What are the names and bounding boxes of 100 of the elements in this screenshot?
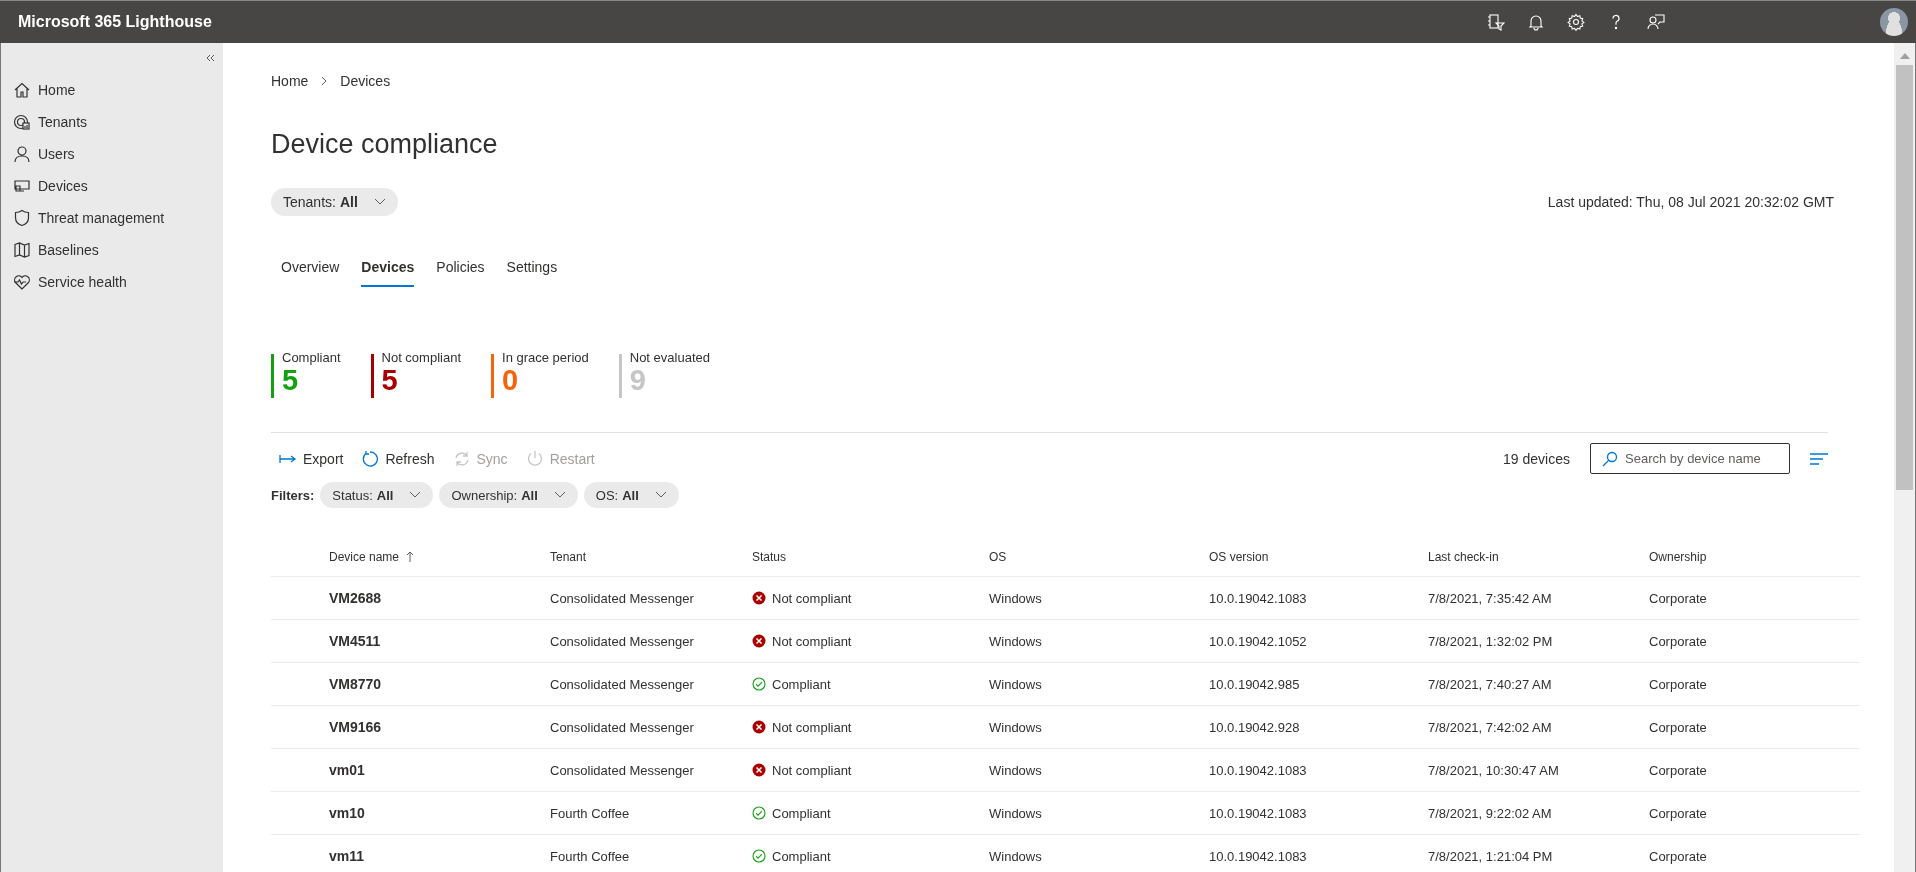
column-header: Tenant <box>550 550 588 564</box>
device-count: 19 devices <box>1503 450 1570 467</box>
page-title: Device compliance <box>271 129 499 160</box>
column-header: Last check-in <box>1428 550 1500 564</box>
table-cell-text: 10.0.19042.985 <box>1209 676 1301 692</box>
table-cell-text: 7/8/2021, 1:21:04 PM <box>1428 848 1554 864</box>
table-cell-text: Corporate <box>1649 719 1708 735</box>
stat-value: 0 <box>502 365 519 395</box>
export-button[interactable]: Export <box>277 445 346 472</box>
avatar-icon[interactable] <box>1880 8 1908 36</box>
power-icon <box>525 449 544 468</box>
sortable-column-header[interactable]: Device name <box>329 550 550 564</box>
table-cell-text: Fourth Coffee <box>550 848 631 864</box>
heart-pulse-icon <box>13 273 31 291</box>
device-name-cell[interactable]: vm11 <box>329 848 550 864</box>
nav-item[interactable]: Threat management <box>1 202 223 234</box>
table-cell-text: Consolidated Messenger <box>550 633 695 649</box>
nav-item[interactable]: Service health <box>1 266 223 298</box>
table-cell-text: Corporate <box>1649 590 1708 606</box>
chevron-down-icon <box>553 491 566 499</box>
filter-dropdown[interactable]: Status: All <box>320 482 434 508</box>
filters-label: Filters: <box>271 487 315 503</box>
table-cell-text: Corporate <box>1649 676 1708 692</box>
tab[interactable]: Settings <box>506 255 558 287</box>
table-cell-text: 7/8/2021, 7:35:42 AM <box>1428 590 1553 606</box>
device-name-cell[interactable]: VM2688 <box>329 590 550 606</box>
filter-list-icon[interactable] <box>1487 13 1505 31</box>
tab[interactable]: Policies <box>436 255 485 287</box>
table-cell-text: Consolidated Messenger <box>550 719 695 735</box>
table-cell-text: 10.0.19042.1083 <box>1209 762 1308 778</box>
device-name-cell[interactable]: VM8770 <box>329 676 550 692</box>
column-header: OS version <box>1209 550 1270 564</box>
status-text: Not compliant <box>772 762 852 778</box>
stat-label: Compliant <box>282 350 341 365</box>
device-name-cell[interactable]: VM9166 <box>329 719 550 735</box>
stat-label: In grace period <box>502 350 589 365</box>
refresh-button[interactable]: Refresh <box>359 445 437 472</box>
chevron-down-icon <box>654 491 667 499</box>
search-field[interactable]: Search by device name <box>1590 443 1790 474</box>
table-cell-text: 10.0.19042.1083 <box>1209 805 1308 821</box>
table-cell-text: 7/8/2021, 7:42:02 AM <box>1428 719 1553 735</box>
status-text: Compliant <box>772 848 831 864</box>
table-cell-text: 7/8/2021, 1:32:02 PM <box>1428 633 1554 649</box>
status-text: Not compliant <box>772 719 852 735</box>
monitor-icon <box>13 177 31 195</box>
map-icon <box>13 241 31 259</box>
column-header: OS <box>989 550 1008 564</box>
device-name-cell[interactable]: vm10 <box>329 805 550 821</box>
scrollbar[interactable] <box>1894 43 1916 872</box>
chevron-right-icon <box>320 76 329 86</box>
table-cell-text: Corporate <box>1649 762 1708 778</box>
device-name-cell[interactable]: VM4511 <box>329 633 550 649</box>
breadcrumb-link[interactable]: Home <box>271 73 309 89</box>
table-cell-text: Windows <box>989 590 1043 606</box>
settings-icon[interactable] <box>1567 13 1585 31</box>
nav-item[interactable]: Baselines <box>1 234 223 266</box>
filter-dropdown[interactable]: OS: All <box>583 482 679 508</box>
feedback-icon[interactable] <box>1647 13 1665 31</box>
tenants-icon <box>13 113 31 131</box>
nav-item[interactable]: Users <box>1 138 223 170</box>
tab[interactable]: Devices <box>361 255 415 287</box>
table-cell-text: Windows <box>989 719 1043 735</box>
app-title[interactable]: Microsoft 365 Lighthouse <box>18 13 212 31</box>
nav-item[interactable]: Tenants <box>1 106 223 138</box>
tenants-dropdown[interactable]: Tenants: All <box>271 188 398 216</box>
nav-item[interactable]: Devices <box>1 170 223 202</box>
collapse-icon[interactable] <box>205 53 215 63</box>
stat-label: Not evaluated <box>629 350 710 365</box>
bell-icon[interactable] <box>1527 13 1545 31</box>
menu-icon[interactable] <box>1810 451 1828 466</box>
nav-item[interactable]: Home <box>1 74 223 106</box>
status-text: Compliant <box>772 805 831 821</box>
breadcrumb-current: Devices <box>340 73 391 89</box>
tab[interactable]: Overview <box>281 255 340 287</box>
table-cell-text: Consolidated Messenger <box>550 762 695 778</box>
sort-arrow-up-icon <box>406 551 415 563</box>
table-cell-text: Corporate <box>1649 633 1708 649</box>
table-cell-text: Windows <box>989 805 1043 821</box>
table-cell-text: 7/8/2021, 7:40:27 AM <box>1428 676 1553 692</box>
person-icon <box>13 145 31 163</box>
stat-value: 9 <box>629 365 647 395</box>
filter-dropdown[interactable]: Ownership: All <box>439 482 578 508</box>
search-icon <box>1602 451 1618 467</box>
table-cell-text: Fourth Coffee <box>550 805 631 821</box>
table-cell-text: 10.0.19042.928 <box>1209 719 1301 735</box>
stat-value: 5 <box>282 365 299 395</box>
table-cell-text: Corporate <box>1649 805 1708 821</box>
status-text: Compliant <box>772 676 831 692</box>
table-cell-text: 10.0.19042.1052 <box>1209 633 1308 649</box>
home-icon <box>13 81 31 99</box>
table-cell-text: 7/8/2021, 10:30:47 AM <box>1428 762 1560 778</box>
shield-icon <box>13 209 31 227</box>
table-cell-text: 10.0.19042.1083 <box>1209 590 1308 606</box>
last-updated-text: Last updated: Thu, 08 Jul 2021 20:32:02 GMT <box>1547 194 1834 210</box>
chevron-down-icon <box>409 491 422 499</box>
device-name-cell[interactable]: vm01 <box>329 762 550 778</box>
column-header: Ownership <box>1649 550 1708 564</box>
stat-value: 5 <box>381 365 399 395</box>
table-cell-text: Corporate <box>1649 848 1708 864</box>
table-cell-text: Windows <box>989 848 1043 864</box>
